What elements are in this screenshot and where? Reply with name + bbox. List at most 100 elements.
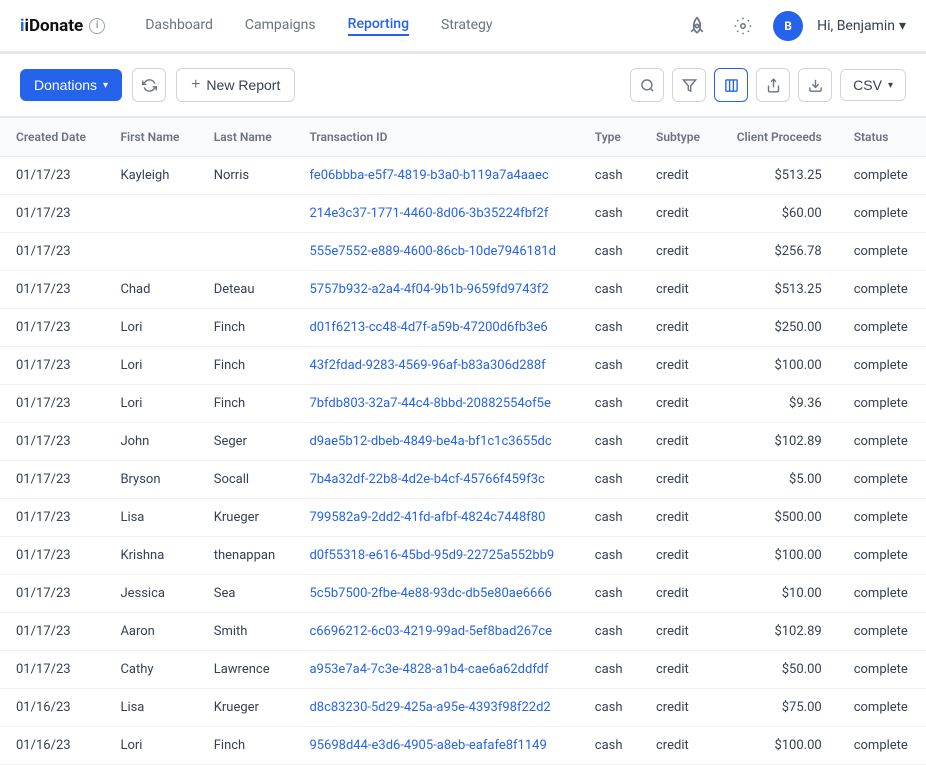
- cell-txn[interactable]: a953e7a4-7c3e-4828-a1b4-cae6a62ddfdf: [293, 651, 578, 689]
- nav-campaigns[interactable]: Campaigns: [245, 17, 316, 35]
- cell-status: complete: [838, 233, 926, 271]
- columns-button[interactable]: [714, 68, 748, 102]
- nav-reporting[interactable]: Reporting: [348, 16, 409, 36]
- table-row: 01/17/23 Lisa Krueger 799582a9-2dd2-41fd…: [0, 499, 926, 537]
- new-report-button[interactable]: + New Report: [176, 68, 295, 102]
- cell-last: thenappan: [198, 537, 294, 575]
- cell-subtype: credit: [640, 157, 718, 195]
- table-row: 01/17/23 Kayleigh Norris fe06bbba-e5f7-4…: [0, 157, 926, 195]
- cell-last: Lawrence: [198, 651, 294, 689]
- cell-last: Smith: [198, 613, 294, 651]
- cell-subtype: credit: [640, 271, 718, 309]
- cell-txn[interactable]: 214e3c37-1771-4460-8d06-3b35224fbf2f: [293, 195, 578, 233]
- cell-status: complete: [838, 423, 926, 461]
- cell-subtype: credit: [640, 347, 718, 385]
- cell-subtype: credit: [640, 195, 718, 233]
- cell-first: Jessica: [104, 575, 197, 613]
- hi-user[interactable]: Hi, Benjamin ▾: [817, 18, 906, 34]
- nav-dashboard[interactable]: Dashboard: [145, 17, 213, 35]
- cell-type: cash: [579, 271, 640, 309]
- avatar: B: [773, 11, 803, 41]
- cell-txn[interactable]: 5c5b7500-2fbe-4e88-93dc-db5e80ae6666: [293, 575, 578, 613]
- cell-type: cash: [579, 727, 640, 765]
- cell-date: 01/17/23: [0, 613, 104, 651]
- cell-first: Lori: [104, 727, 197, 765]
- cell-txn[interactable]: d0f55318-e616-45bd-95d9-22725a552bb9: [293, 537, 578, 575]
- cell-txn[interactable]: 5757b932-a2a4-4f04-9b1b-9659fd9743f2: [293, 271, 578, 309]
- info-icon[interactable]: i: [89, 18, 105, 34]
- cell-type: cash: [579, 575, 640, 613]
- table-row: 01/17/23 Cathy Lawrence a953e7a4-7c3e-48…: [0, 651, 926, 689]
- table-header-row: Created Date First Name Last Name Transa…: [0, 118, 926, 157]
- cell-subtype: credit: [640, 423, 718, 461]
- cell-proceeds: $100.00: [718, 537, 838, 575]
- cell-first: Kayleigh: [104, 157, 197, 195]
- cell-type: cash: [579, 651, 640, 689]
- nav-strategy[interactable]: Strategy: [441, 17, 492, 35]
- cell-last: Socall: [198, 461, 294, 499]
- cell-date: 01/17/23: [0, 309, 104, 347]
- cell-date: 01/17/23: [0, 423, 104, 461]
- cell-txn[interactable]: d8c83230-5d29-425a-a95e-4393f98f22d2: [293, 689, 578, 727]
- cell-status: complete: [838, 195, 926, 233]
- donations-table: Created Date First Name Last Name Transa…: [0, 117, 926, 765]
- cell-txn[interactable]: 43f2fdad-9283-4569-96af-b83a306d288f: [293, 347, 578, 385]
- cell-txn[interactable]: 7b4a32df-22b8-4d2e-b4cf-45766f459f3c: [293, 461, 578, 499]
- cell-proceeds: $100.00: [718, 347, 838, 385]
- table-row: 01/16/23 Lisa Krueger d8c83230-5d29-425a…: [0, 689, 926, 727]
- search-button[interactable]: [630, 68, 664, 102]
- csv-button[interactable]: CSV ▾: [840, 69, 906, 101]
- table-row: 01/17/23 Krishna thenappan d0f55318-e616…: [0, 537, 926, 575]
- cell-txn[interactable]: 7bfdb803-32a7-44c4-8bbd-20882554of5e: [293, 385, 578, 423]
- cell-txn[interactable]: fe06bbba-e5f7-4819-b3a0-b119a7a4aaec: [293, 157, 578, 195]
- cell-subtype: credit: [640, 575, 718, 613]
- cell-proceeds: $102.89: [718, 613, 838, 651]
- cell-first: Aaron: [104, 613, 197, 651]
- toolbar: Donations ▾ + New Report: [0, 54, 926, 117]
- settings-icon[interactable]: [727, 10, 759, 42]
- col-transaction-id: Transaction ID: [293, 118, 578, 157]
- cell-status: complete: [838, 499, 926, 537]
- cell-last: [198, 233, 294, 271]
- cell-first: John: [104, 423, 197, 461]
- cell-status: complete: [838, 385, 926, 423]
- cell-txn[interactable]: 555e7552-e889-4600-86cb-10de7946181d: [293, 233, 578, 271]
- rocket-icon[interactable]: [681, 10, 713, 42]
- cell-proceeds: $10.00: [718, 575, 838, 613]
- cell-last: Finch: [198, 347, 294, 385]
- share-button[interactable]: [756, 68, 790, 102]
- cell-txn[interactable]: c6696212-6c03-4219-99ad-5ef8bad267ce: [293, 613, 578, 651]
- logo-text: iiDonate: [20, 16, 83, 36]
- cell-txn[interactable]: d01f6213-cc48-4d7f-a59b-47200d6fb3e6: [293, 309, 578, 347]
- cell-first: Cathy: [104, 651, 197, 689]
- cell-first: [104, 195, 197, 233]
- cell-txn[interactable]: 95698d44-e3d6-4905-a8eb-eafafe8f1149: [293, 727, 578, 765]
- table-row: 01/17/23 Lori Finch d01f6213-cc48-4d7f-a…: [0, 309, 926, 347]
- col-created-date: Created Date: [0, 118, 104, 157]
- filter-button[interactable]: [672, 68, 706, 102]
- refresh-button[interactable]: [132, 68, 166, 102]
- cell-type: cash: [579, 423, 640, 461]
- download-button[interactable]: [798, 68, 832, 102]
- cell-proceeds: $75.00: [718, 689, 838, 727]
- cell-date: 01/17/23: [0, 385, 104, 423]
- cell-subtype: credit: [640, 385, 718, 423]
- cell-proceeds: $500.00: [718, 499, 838, 537]
- table-row: 01/17/23 Aaron Smith c6696212-6c03-4219-…: [0, 613, 926, 651]
- cell-txn[interactable]: d9ae5b12-dbeb-4849-be4a-bf1c1c3655dc: [293, 423, 578, 461]
- table-row: 01/17/23 John Seger d9ae5b12-dbeb-4849-b…: [0, 423, 926, 461]
- cell-date: 01/17/23: [0, 499, 104, 537]
- col-last-name: Last Name: [198, 118, 294, 157]
- table-row: 01/17/23 Bryson Socall 7b4a32df-22b8-4d2…: [0, 461, 926, 499]
- top-nav: iiDonate i Dashboard Campaigns Reporting…: [0, 0, 926, 52]
- cell-date: 01/17/23: [0, 651, 104, 689]
- table-row: 01/17/23 214e3c37-1771-4460-8d06-3b35224…: [0, 195, 926, 233]
- cell-type: cash: [579, 347, 640, 385]
- cell-proceeds: $5.00: [718, 461, 838, 499]
- cell-txn[interactable]: 799582a9-2dd2-41fd-afbf-4824c7448f80: [293, 499, 578, 537]
- donations-button[interactable]: Donations ▾: [20, 69, 122, 101]
- cell-subtype: credit: [640, 537, 718, 575]
- cell-subtype: credit: [640, 499, 718, 537]
- col-status: Status: [838, 118, 926, 157]
- table-row: 01/17/23 555e7552-e889-4600-86cb-10de794…: [0, 233, 926, 271]
